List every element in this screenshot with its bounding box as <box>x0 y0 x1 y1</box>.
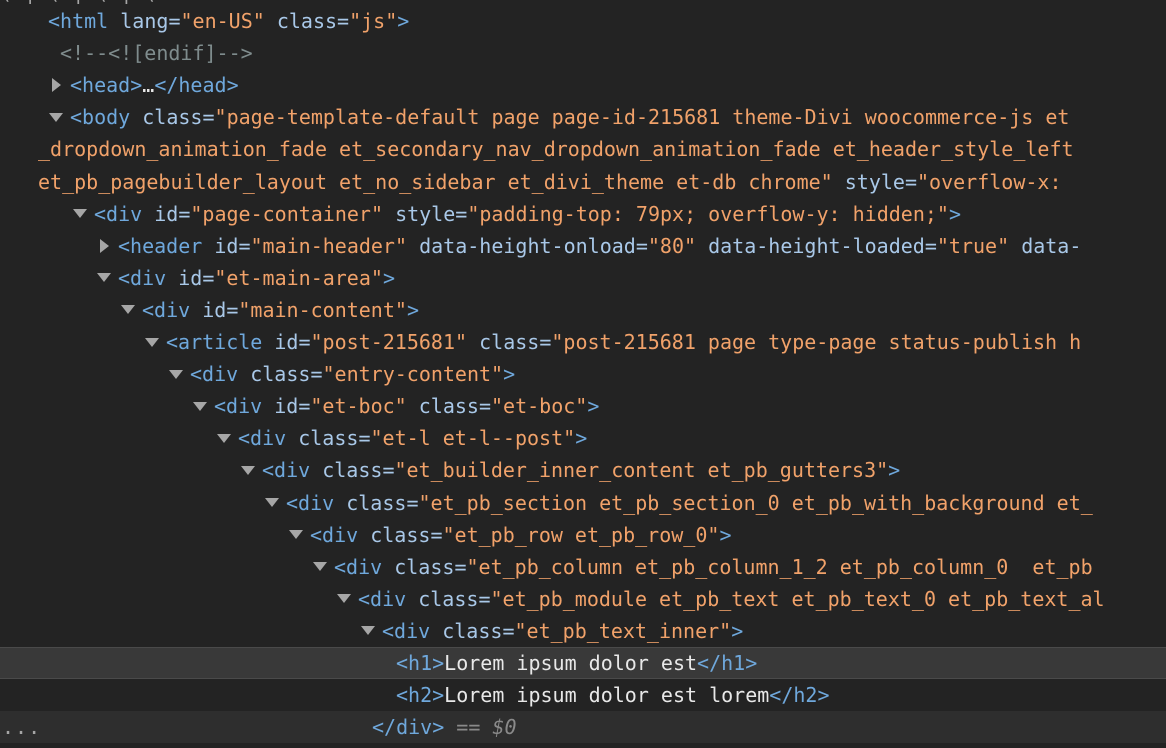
attribute-continuation: et_pb_pagebuilder_layout et_no_sidebar e… <box>38 169 1062 194</box>
expand-triangle-down-icon[interactable] <box>118 294 138 326</box>
expand-triangle-down-icon[interactable] <box>142 326 162 358</box>
dom-node-line[interactable]: <div class="et-l et-l--post"> <box>0 422 1166 454</box>
node-markup: <h2>Lorem ipsum dolor est lorem</h2> <box>396 683 830 708</box>
ellipsis-icon[interactable]: ... <box>2 711 41 743</box>
node-markup: <div class="et_pb_row et_pb_row_0"> <box>310 522 732 547</box>
node-markup: <div class="et-l et-l--post"> <box>238 426 588 451</box>
dom-node-selected[interactable]: <h1>Lorem ipsum dolor est</h1> <box>0 647 1166 679</box>
dom-node-line[interactable]: </div> == $0... <box>0 711 1166 744</box>
expand-triangle-down-icon[interactable] <box>166 358 186 390</box>
dom-node-line[interactable]: <div id="main-content"> <box>0 294 1166 326</box>
dom-node-line[interactable]: <div id="et-boc" class="et-boc"> <box>0 390 1166 422</box>
dom-node-line[interactable]: <div class="et_pb_text_inner"> <box>0 615 1166 647</box>
dom-node-line[interactable]: <h2>Lorem ipsum dolor est lorem</h2> <box>0 679 1166 711</box>
node-markup: <h1>Lorem ipsum dolor est</h1> <box>396 651 758 675</box>
dom-node-line[interactable]: <div id="page-container" style="padding-… <box>0 198 1166 230</box>
node-markup: <head>…</head> <box>70 73 239 98</box>
dom-node-line[interactable]: <div class="et_pb_column et_pb_column_1_… <box>0 551 1166 583</box>
dom-node-line[interactable]: _dropdown_animation_fade et_secondary_na… <box>0 133 1166 165</box>
expand-triangle-down-icon[interactable] <box>70 198 90 230</box>
dom-node-line[interactable]: <article id="post-215681" class="post-21… <box>0 326 1166 358</box>
node-markup: <div id="page-container" style="padding-… <box>94 201 962 226</box>
dom-node-line[interactable]: <div id="et-main-area"> <box>0 262 1166 294</box>
node-markup: <div id="main-content"> <box>142 297 419 322</box>
dom-node-line[interactable]: <html lang="en-US" class="js"> <box>0 5 1166 37</box>
node-markup: <div id="et-boc" class="et-boc"> <box>214 394 600 419</box>
node-markup: <div class="et_pb_section et_pb_section_… <box>286 490 1093 515</box>
expand-triangle-down-icon[interactable] <box>286 519 306 551</box>
dom-node-line[interactable]: <div class="entry-content"> <box>0 358 1166 390</box>
node-markup: <body class="page-template-default page … <box>70 105 1070 130</box>
expand-triangle-down-icon[interactable] <box>310 551 330 583</box>
expand-triangle-down-icon[interactable] <box>46 101 66 133</box>
expand-triangle-down-icon[interactable] <box>358 615 378 647</box>
node-markup: <div class="entry-content"> <box>190 362 516 387</box>
expand-triangle-down-icon[interactable] <box>238 454 258 486</box>
dom-node-line[interactable]: <div class="et_pb_section et_pb_section_… <box>0 487 1166 519</box>
expand-triangle-down-icon[interactable] <box>334 583 354 615</box>
node-markup: </div> == $0 <box>372 715 517 740</box>
node-markup: <div class="et_builder_inner_content et_… <box>262 458 901 483</box>
expand-triangle-down-icon[interactable] <box>262 487 282 519</box>
node-markup: <article id="post-215681" class="post-21… <box>166 330 1082 354</box>
dom-node-line[interactable]: <div class="et_pb_row et_pb_row_0"> <box>0 519 1166 551</box>
node-markup: <header id="main-header" data-height-onl… <box>118 233 1082 258</box>
collapse-triangle-right-icon[interactable] <box>46 69 66 101</box>
dom-node-line[interactable]: et_pb_pagebuilder_layout et_no_sidebar e… <box>0 166 1166 198</box>
dom-node-line[interactable]: <!--<![endif]--> <box>0 37 1166 69</box>
dom-node-line[interactable]: <head>…</head> <box>0 69 1166 101</box>
expand-triangle-down-icon[interactable] <box>190 390 210 422</box>
node-markup: <div class="et_pb_text_inner"> <box>382 618 744 643</box>
node-markup: <div class="et_pb_column et_pb_column_1_… <box>334 554 1093 579</box>
dom-node-line[interactable]: <div class="et_builder_inner_content et_… <box>0 454 1166 486</box>
dom-node-line[interactable]: <header id="main-header" data-height-onl… <box>0 230 1166 262</box>
node-markup: <div class="et_pb_module et_pb_text et_p… <box>358 586 1105 611</box>
attribute-continuation: _dropdown_animation_fade et_secondary_na… <box>38 137 1074 162</box>
devtools-elements-panel: ( | ( | ( | ( <html lang="en-US" class="… <box>0 0 1166 748</box>
collapse-triangle-right-icon[interactable] <box>94 230 114 262</box>
node-markup: <div id="et-main-area"> <box>118 265 395 290</box>
dom-node-line[interactable]: <div class="et_pb_module et_pb_text et_p… <box>0 583 1166 615</box>
node-markup: <!--<![endif]--> <box>60 41 253 66</box>
expand-triangle-down-icon[interactable] <box>214 422 234 454</box>
dom-node-line[interactable]: <body class="page-template-default page … <box>0 101 1166 133</box>
expand-triangle-down-icon[interactable] <box>94 262 114 294</box>
node-markup: <html lang="en-US" class="js"> <box>48 9 410 33</box>
